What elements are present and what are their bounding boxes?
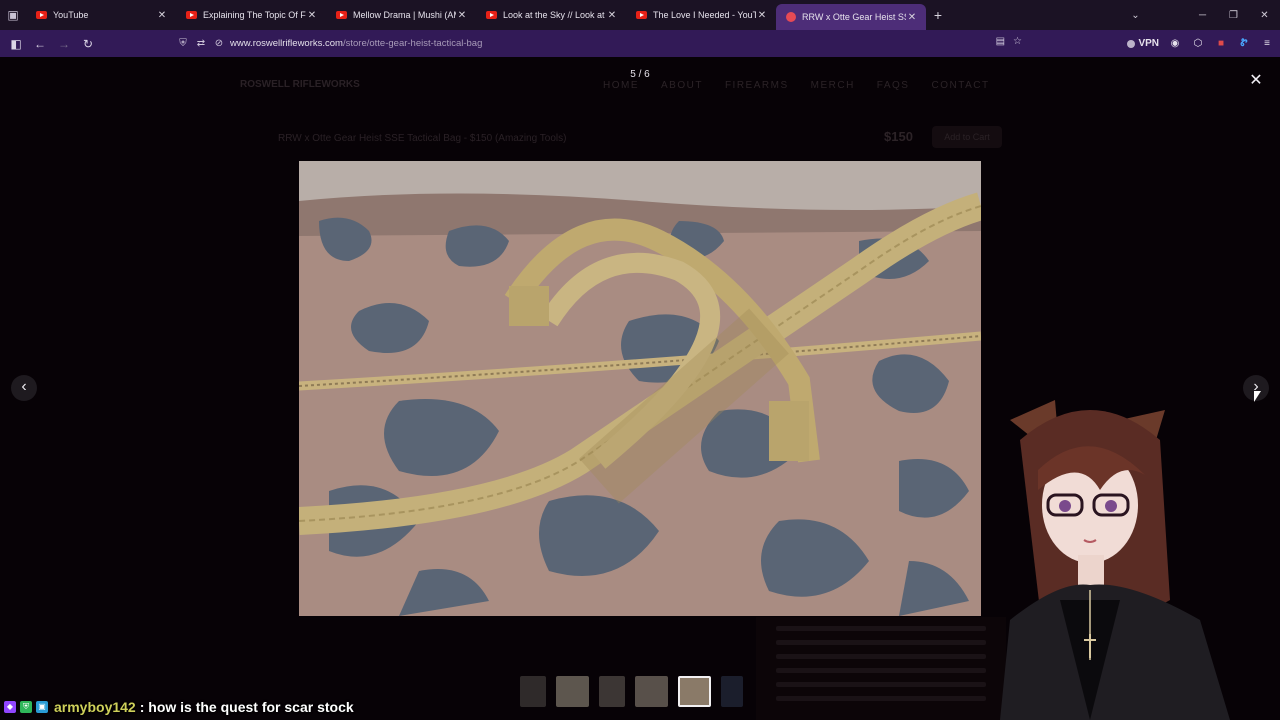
description-line xyxy=(776,668,986,673)
youtube-icon xyxy=(486,11,497,19)
reader-mode-icon[interactable]: ▤ xyxy=(996,36,1005,47)
thumbnail-strip xyxy=(520,675,743,707)
shield-icon[interactable]: ⛨ xyxy=(176,38,190,49)
product-price: $150 xyxy=(884,129,913,144)
lightbox-image xyxy=(299,161,981,616)
toolbar-right: VPN ◉ ⬡ ■ Ꮡ ≡ xyxy=(1127,30,1274,57)
back-icon[interactable]: ← xyxy=(28,30,52,57)
stream-chat-message: ◆ ⛨ ▣ armyboy142 : how is the quest for … xyxy=(4,697,354,717)
chat-username: armyboy142 xyxy=(54,699,136,715)
tab-explaining[interactable]: Explaining The Topic Of FEMALE ✕ xyxy=(176,0,326,30)
tab-label: Mellow Drama | Mushi (AMV) (S xyxy=(353,10,456,20)
description-line xyxy=(776,696,986,701)
previous-image-button[interactable]: ‹ xyxy=(11,375,37,401)
thumbnail-1[interactable] xyxy=(520,675,546,707)
thumbnail-4[interactable] xyxy=(635,675,668,707)
tab-rrw-otte-gear[interactable]: RRW x Otte Gear Heist SSE Tact ✕ xyxy=(776,4,926,30)
avatar-figure xyxy=(1000,400,1230,720)
close-tab-icon[interactable]: ✕ xyxy=(756,10,768,21)
moderator-badge-icon: ⛨ xyxy=(20,701,32,713)
url-host: www.roswellrifleworks.com xyxy=(230,38,343,49)
description-line xyxy=(776,654,986,659)
vtuber-avatar-overlay xyxy=(1000,400,1240,720)
tab-label: Look at the Sky // Look at the S xyxy=(503,10,606,20)
site-nav-home: HOME xyxy=(603,80,639,91)
vpn-label: VPN xyxy=(1138,38,1159,49)
new-tab-button[interactable]: + xyxy=(926,7,950,23)
reload-icon[interactable]: ↻ xyxy=(76,30,100,57)
url-path: /store/otte-gear-heist-tactical-bag xyxy=(342,38,483,49)
youtube-icon xyxy=(336,11,347,19)
close-tab-icon[interactable]: ✕ xyxy=(156,10,168,21)
description-line xyxy=(776,626,986,631)
close-tab-icon[interactable]: ✕ xyxy=(906,12,918,23)
tab-label: Explaining The Topic Of FEMALE xyxy=(203,10,306,20)
tab-label: The Love I Needed - YouTube xyxy=(653,10,756,20)
web-page: ROSWELL RIFLEWORKS HOME ABOUT FIREARMS M… xyxy=(0,57,1280,720)
description-line xyxy=(776,682,986,687)
site-nav-contact: CONTACT xyxy=(931,80,990,91)
site-nav-about: ABOUT xyxy=(661,80,703,91)
bookmark-star-icon[interactable]: ☆ xyxy=(1013,36,1022,47)
not-secure-icon[interactable]: ⊘ xyxy=(212,38,226,49)
restore-icon[interactable]: ❐ xyxy=(1218,10,1249,21)
tab-menu-icon[interactable]: ▣ xyxy=(0,0,26,30)
subscriber-badge-icon: ◆ xyxy=(4,701,16,713)
close-tab-icon[interactable]: ✕ xyxy=(306,10,318,21)
close-lightbox-icon[interactable]: ✕ xyxy=(1245,70,1267,92)
account-icon[interactable]: ◉ xyxy=(1168,37,1182,51)
tab-youtube[interactable]: YouTube ✕ xyxy=(26,0,176,30)
vip-badge-icon: ▣ xyxy=(36,701,48,713)
navigation-bar: ◧ ← → ↻ ⛨ ⇄ ⊘ www.roswellrifleworks.com /… xyxy=(0,30,1280,57)
thumbnail-3[interactable] xyxy=(599,675,625,707)
site-settings-icon[interactable]: ⇄ xyxy=(194,38,208,49)
product-description xyxy=(756,617,1006,720)
image-counter: 5 / 6 xyxy=(630,69,650,80)
site-logo: ROSWELL RIFLEWORKS xyxy=(240,79,360,90)
vpn-icon xyxy=(1127,39,1136,48)
address-bar[interactable]: ⛨ ⇄ ⊘ www.roswellrifleworks.com/store/ot… xyxy=(176,33,1028,54)
thumbnail-2[interactable] xyxy=(556,675,589,707)
tab-search-chevron-icon[interactable]: ⌄ xyxy=(1120,10,1151,21)
site-favicon-icon xyxy=(786,12,796,22)
youtube-icon xyxy=(36,11,47,19)
add-to-cart-button: Add to Cart xyxy=(932,126,1002,148)
extensions-icon[interactable]: ⬡ xyxy=(1191,37,1205,51)
chat-message-text: : how is the quest for scar stock xyxy=(139,699,354,715)
tab-mellow-drama[interactable]: Mellow Drama | Mushi (AMV) (S ✕ xyxy=(326,0,476,30)
site-nav-firearms: FIREARMS xyxy=(724,80,789,91)
product-title: RRW x Otte Gear Heist SSE Tactical Bag -… xyxy=(278,133,567,144)
forward-icon[interactable]: → xyxy=(52,30,76,57)
minimize-icon[interactable]: ─ xyxy=(1187,10,1218,21)
adblock-extension-icon[interactable]: ■ xyxy=(1214,37,1228,51)
youtube-icon xyxy=(636,11,647,19)
tab-label: RRW x Otte Gear Heist SSE Tact xyxy=(802,12,906,22)
close-tab-icon[interactable]: ✕ xyxy=(606,10,618,21)
camo-bag-photo xyxy=(299,161,981,616)
menu-icon[interactable]: ≡ xyxy=(1260,37,1274,51)
tab-label: YouTube xyxy=(53,10,89,20)
thumbnail-6[interactable] xyxy=(721,675,743,707)
tab-love-i-needed[interactable]: The Love I Needed - YouTube ✕ xyxy=(626,0,776,30)
youtube-icon xyxy=(186,11,197,19)
site-nav-merch: MERCH xyxy=(810,80,855,91)
site-nav-faqs: FAQS xyxy=(876,80,910,91)
site-nav: HOME ABOUT FIREARMS MERCH FAQS CONTACT xyxy=(603,80,990,91)
vpn-button[interactable]: VPN xyxy=(1127,38,1159,49)
window-close-icon[interactable]: ✕ xyxy=(1249,10,1280,21)
thumbnail-5-active[interactable] xyxy=(678,675,711,707)
tab-look-at-the-sky[interactable]: Look at the Sky // Look at the S ✕ xyxy=(476,0,626,30)
sidebar-toggle-icon[interactable]: ◧ xyxy=(4,30,28,57)
translate-extension-icon[interactable]: Ꮡ xyxy=(1237,37,1251,51)
close-tab-icon[interactable]: ✕ xyxy=(456,10,468,21)
mouse-cursor-icon xyxy=(1254,391,1261,402)
tab-strip: ▣ YouTube ✕ Explaining The Topic Of FEMA… xyxy=(0,0,1280,30)
description-line xyxy=(776,640,986,645)
